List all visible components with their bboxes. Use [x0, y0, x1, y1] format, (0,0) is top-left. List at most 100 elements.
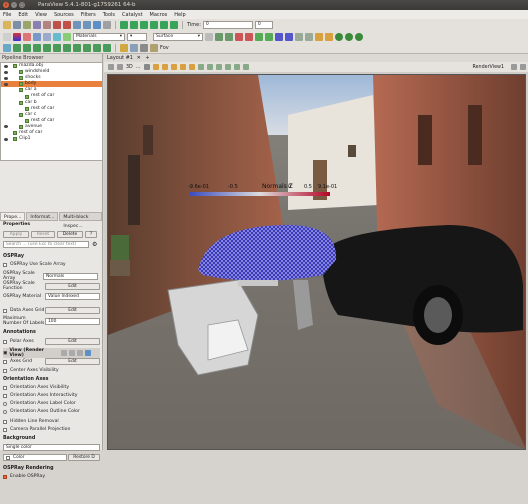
view-more-button[interactable]: … — [136, 65, 141, 70]
interactive-select-icon[interactable] — [345, 32, 353, 41]
visibility-eye-icon[interactable] — [4, 137, 8, 141]
time-step-spinbox[interactable]: 0 — [254, 21, 273, 29]
hidden-line-checkbox[interactable] — [3, 419, 7, 424]
delete-button[interactable]: Delete — [57, 231, 83, 238]
capture-icon[interactable] — [143, 64, 150, 70]
close-window-icon[interactable]: × — [3, 2, 9, 8]
menu-help[interactable]: Help — [174, 12, 185, 18]
stream-tracer-icon[interactable] — [73, 43, 81, 52]
use-scale-array-checkbox[interactable] — [3, 262, 7, 267]
hover-cells-icon[interactable] — [215, 64, 222, 70]
search-input[interactable]: Search ... (use Esc to clear text) — [3, 241, 89, 248]
camera-parallel-checkbox[interactable] — [3, 427, 7, 432]
select-cells-icon[interactable] — [315, 32, 323, 41]
loop-icon[interactable] — [170, 21, 178, 29]
restore-default-button[interactable]: Restore D — [68, 454, 100, 461]
menu-edit[interactable]: Edit — [18, 12, 28, 18]
visibility-eye-icon[interactable] — [4, 125, 8, 129]
redo-icon[interactable] — [63, 21, 71, 29]
tab-multiblock-inspector[interactable]: Multi-block Inspec... — [59, 212, 102, 229]
glyph-icon[interactable] — [63, 43, 71, 52]
scale-array-select[interactable]: Normals — [43, 272, 98, 280]
add-tab-icon[interactable]: + — [145, 55, 149, 61]
select-block-view-icon[interactable] — [197, 64, 204, 70]
first-frame-icon[interactable] — [120, 21, 128, 29]
axes-grid-edit-button[interactable]: Edit — [45, 358, 100, 365]
grow-selection-icon[interactable] — [233, 64, 240, 70]
menu-file[interactable]: File — [3, 12, 11, 18]
render-view[interactable]: Normals Z -9.6e-01 -0.5 0 0.5 9.1e-01 — [107, 74, 526, 450]
oa-label-color-picker[interactable] — [3, 401, 7, 406]
clear-view-selection-icon[interactable] — [224, 64, 231, 70]
visibility-eye-icon[interactable] — [4, 82, 8, 86]
layout-tab[interactable]: Layout #1 — [107, 55, 133, 61]
undo-icon[interactable] — [53, 21, 61, 29]
help-button[interactable]: ? — [85, 231, 97, 238]
select-polygon-icon[interactable] — [188, 64, 195, 70]
extract-level-icon[interactable] — [103, 43, 111, 52]
gear-icon[interactable]: ⚙ — [92, 241, 97, 248]
reset-button[interactable]: Reset — [31, 231, 55, 238]
material-select[interactable]: Value Indexed — [45, 293, 100, 300]
menu-tools[interactable]: Tools — [103, 12, 115, 18]
view-minus-x-icon[interactable] — [245, 32, 253, 41]
oa-visibility-checkbox[interactable] — [3, 385, 7, 390]
view-plus-z-icon[interactable] — [275, 32, 283, 41]
color-array-select[interactable]: Materials ▾ — [73, 32, 125, 41]
tab-information[interactable]: Informat... — [26, 212, 59, 221]
minimize-window-icon[interactable]: – — [11, 2, 17, 8]
reset-camera-icon[interactable] — [215, 32, 223, 41]
menu-macros[interactable]: Macros — [150, 12, 168, 18]
view-minus-z-icon[interactable] — [285, 32, 293, 41]
representation-select[interactable]: Surface ▾ — [153, 32, 203, 41]
restore-icon[interactable] — [77, 350, 84, 356]
menu-sources[interactable]: Sources — [54, 12, 74, 18]
data-axes-grid-checkbox[interactable] — [3, 308, 7, 313]
color-select[interactable]: Color — [3, 454, 67, 461]
select-points-through-icon[interactable] — [179, 64, 186, 70]
rescale-icon[interactable] — [33, 32, 41, 41]
camera-undo-icon[interactable] — [73, 21, 81, 29]
time-input[interactable]: 0 — [202, 21, 253, 29]
last-frame-icon[interactable] — [160, 21, 168, 29]
view-plus-x-icon[interactable] — [235, 32, 243, 41]
threshold-icon[interactable] — [43, 43, 51, 52]
visibility-eye-icon[interactable] — [4, 70, 8, 74]
auto-apply-icon[interactable] — [103, 21, 111, 29]
clear-selection-icon[interactable] — [355, 32, 363, 41]
pipeline-item[interactable]: Clip1 — [1, 136, 102, 142]
pipeline-tree[interactable]: mazda.obj windshield shocks body car a rest o… — [0, 62, 103, 161]
rotate-90-icon[interactable] — [295, 32, 303, 41]
component-select[interactable]: ▾ — [127, 32, 147, 41]
select-points-on-icon[interactable] — [161, 64, 168, 70]
menu-filters[interactable]: Filters — [81, 12, 96, 18]
visibility-eye-icon[interactable] — [4, 76, 8, 80]
oa-outline-color-picker[interactable] — [3, 409, 7, 414]
max-labels-input[interactable]: 100 — [45, 317, 100, 325]
refresh-icon[interactable] — [85, 350, 92, 356]
previous-frame-icon[interactable] — [130, 21, 138, 29]
clip-icon[interactable] — [23, 43, 31, 52]
view-mode-button[interactable]: 3D — [126, 65, 133, 70]
maximize-window-icon[interactable]: □ — [19, 2, 25, 8]
close-tab-icon[interactable]: ✕ — [137, 55, 141, 61]
shrink-selection-icon[interactable] — [242, 64, 249, 70]
load-state-icon[interactable] — [23, 21, 31, 29]
menu-catalyst[interactable]: Catalyst — [122, 12, 143, 18]
oa-interactivity-checkbox[interactable] — [3, 393, 7, 398]
edit-colormap-icon[interactable] — [23, 32, 31, 41]
connect-icon[interactable] — [33, 21, 41, 29]
camera-redo-icon[interactable] — [83, 21, 91, 29]
light-kit-icon[interactable] — [120, 43, 128, 52]
play-icon[interactable] — [140, 21, 148, 29]
view-minus-y-icon[interactable] — [265, 32, 273, 41]
visibility-eye-icon[interactable] — [4, 64, 8, 68]
maximize-view-icon[interactable] — [511, 64, 517, 70]
next-frame-icon[interactable] — [150, 21, 158, 29]
split-horizontal-icon[interactable] — [108, 64, 114, 70]
change-input-icon[interactable] — [205, 32, 213, 41]
help-icon[interactable] — [93, 21, 101, 29]
center-axes-checkbox[interactable] — [3, 368, 7, 373]
menu-view[interactable]: View — [35, 12, 47, 18]
extract-subset-icon[interactable] — [53, 43, 61, 52]
